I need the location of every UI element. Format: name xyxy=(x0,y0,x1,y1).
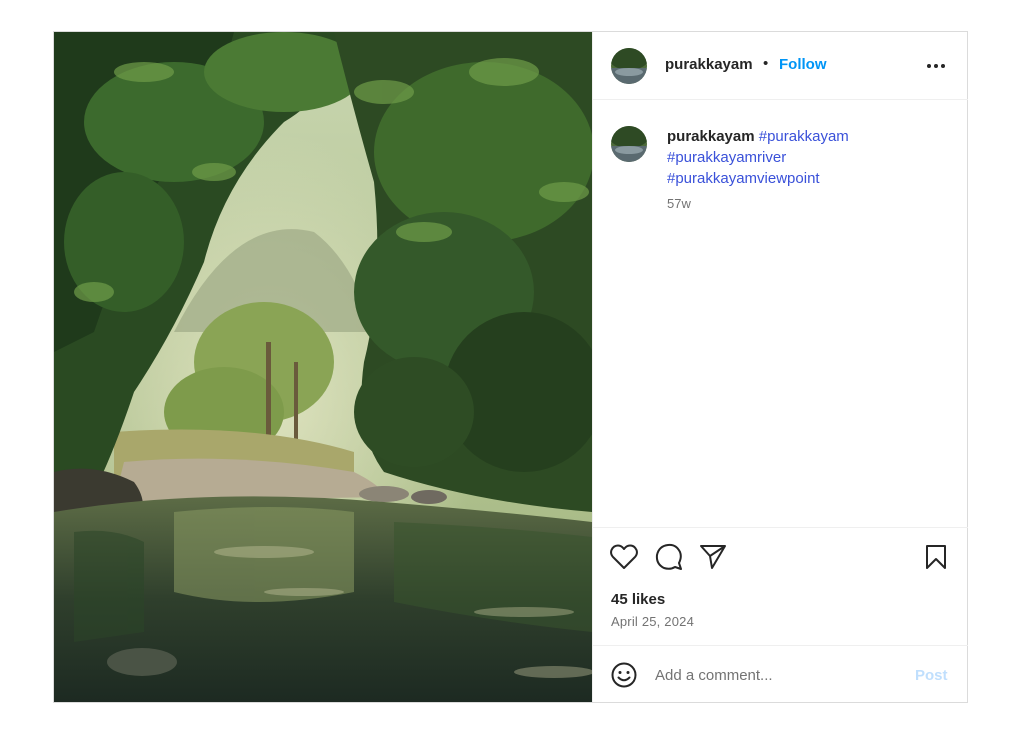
post-comment-button[interactable]: Post xyxy=(915,667,948,684)
comment-button[interactable] xyxy=(654,542,684,572)
bookmark-icon xyxy=(926,545,946,569)
more-horizontal-icon xyxy=(927,64,945,68)
hashtag-link[interactable]: #purakkayamriver xyxy=(667,147,947,168)
comment-bar: Post xyxy=(593,645,968,702)
emoji-icon xyxy=(611,662,637,688)
follow-button[interactable]: Follow xyxy=(779,56,827,73)
caption-avatar[interactable] xyxy=(611,126,647,162)
post-photo[interactable] xyxy=(54,32,592,702)
forest-river-image xyxy=(54,32,592,702)
likes-count[interactable]: 45 likes xyxy=(611,591,665,608)
post-header: purakkayam • Follow xyxy=(593,32,968,100)
hashtag-link[interactable]: #purakkayamviewpoint xyxy=(667,168,947,189)
post-author-username[interactable]: purakkayam xyxy=(665,56,753,73)
comment-icon xyxy=(655,543,682,570)
action-bar: 45 likes April 25, 2024 xyxy=(593,527,968,645)
emoji-button[interactable] xyxy=(611,662,637,688)
heart-icon xyxy=(610,544,638,569)
comment-input[interactable] xyxy=(655,660,905,690)
caption-username[interactable]: purakkayam xyxy=(667,128,755,145)
post-date[interactable]: April 25, 2024 xyxy=(611,614,694,629)
avatar-image xyxy=(611,48,647,84)
avatar-image xyxy=(611,126,647,162)
hashtag-link[interactable]: #purakkayam xyxy=(759,128,849,145)
post-card: purakkayam • Follow purakkayam #purakkay xyxy=(53,31,968,703)
save-button[interactable] xyxy=(921,542,951,572)
like-button[interactable] xyxy=(609,542,639,572)
share-button[interactable] xyxy=(698,542,728,572)
more-options-button[interactable] xyxy=(923,54,949,78)
separator-dot: • xyxy=(763,55,769,72)
post-caption: purakkayam #purakkayam #purakkayamriver … xyxy=(667,126,947,189)
send-icon xyxy=(700,545,726,569)
post-age[interactable]: 57w xyxy=(667,196,691,211)
avatar[interactable] xyxy=(611,48,647,84)
post-details-panel: purakkayam • Follow purakkayam #purakkay xyxy=(592,32,968,702)
